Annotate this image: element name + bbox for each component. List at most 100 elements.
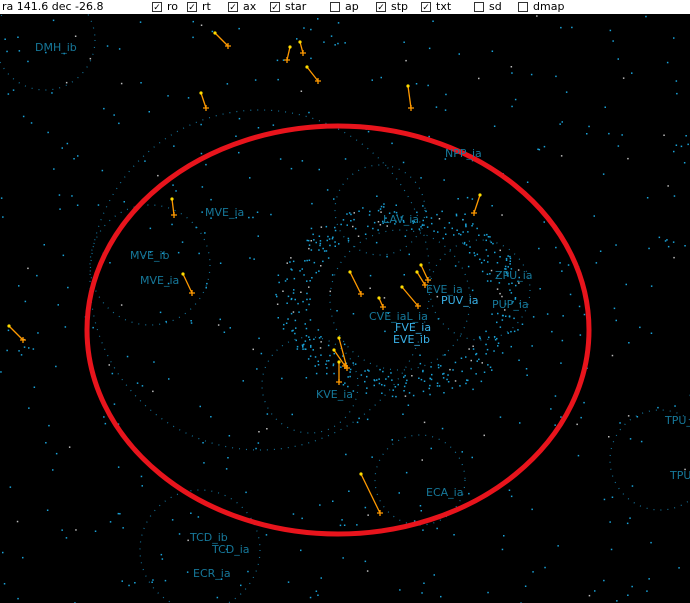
checkbox-box[interactable] — [474, 2, 484, 12]
star — [509, 263, 511, 265]
star — [320, 336, 322, 338]
star — [420, 510, 422, 512]
star — [317, 329, 320, 331]
checkbox-box[interactable]: ✓ — [187, 2, 197, 13]
star — [509, 255, 511, 258]
checkbox-box[interactable]: ✓ — [152, 2, 162, 13]
star — [374, 379, 376, 382]
star — [428, 387, 430, 390]
star — [313, 261, 316, 264]
checkbox-box[interactable]: ✓ — [421, 2, 431, 13]
checkbox-star[interactable]: ✓ star — [270, 0, 306, 14]
star — [12, 89, 15, 91]
star — [290, 312, 293, 315]
motion-vector — [7, 324, 26, 343]
checkbox-ro[interactable]: ✓ ro — [152, 0, 178, 14]
star — [402, 161, 405, 164]
star — [380, 205, 383, 208]
star — [352, 225, 354, 228]
star — [320, 265, 322, 267]
star — [499, 249, 501, 252]
star — [303, 343, 305, 346]
star — [383, 384, 386, 387]
star — [426, 226, 429, 228]
star — [423, 582, 425, 584]
star — [310, 346, 312, 348]
star — [235, 135, 237, 137]
star — [468, 492, 470, 495]
star — [397, 383, 399, 386]
checkbox-rt[interactable]: ✓ rt — [187, 0, 211, 14]
star — [433, 574, 435, 576]
motion-vector — [332, 348, 348, 369]
star — [395, 395, 397, 398]
star — [444, 354, 446, 356]
star — [476, 253, 479, 256]
star — [227, 457, 229, 459]
star — [349, 368, 352, 371]
star — [308, 303, 310, 306]
motion-vector — [471, 193, 482, 216]
star — [510, 495, 513, 498]
star — [276, 303, 279, 305]
star — [53, 168, 55, 170]
object-label: MVE_ia — [140, 274, 180, 287]
star — [333, 198, 335, 200]
checkbox-sd[interactable]: sd — [474, 0, 502, 14]
checkbox-box[interactable]: ✓ — [376, 2, 386, 13]
checkbox-box[interactable] — [330, 2, 340, 12]
star — [432, 20, 434, 22]
star — [319, 347, 322, 349]
star — [119, 513, 121, 515]
star — [593, 215, 595, 217]
star — [622, 77, 625, 79]
checkbox-ap[interactable]: ap — [330, 0, 359, 14]
star — [480, 262, 483, 264]
motion-vector — [181, 272, 195, 296]
star — [187, 97, 190, 99]
sky-map[interactable] — [0, 14, 690, 603]
star — [327, 257, 330, 259]
star — [385, 378, 387, 380]
star — [404, 374, 406, 377]
star — [297, 302, 299, 305]
star — [509, 289, 511, 291]
star — [543, 221, 545, 223]
star — [615, 244, 617, 246]
star — [507, 266, 509, 268]
checkbox-stp[interactable]: ✓ stp — [376, 0, 408, 14]
star — [505, 315, 507, 317]
star — [383, 203, 385, 205]
star — [266, 413, 269, 415]
checkbox-box[interactable]: ✓ — [228, 2, 238, 13]
star — [382, 370, 384, 373]
star — [309, 298, 311, 300]
star — [117, 466, 120, 468]
star — [398, 492, 400, 494]
checkbox-box[interactable] — [518, 2, 528, 12]
star — [210, 416, 212, 418]
star — [460, 357, 463, 359]
star — [658, 236, 661, 239]
checkbox-dmap[interactable]: dmap — [518, 0, 564, 14]
star — [403, 274, 405, 276]
star — [89, 57, 92, 60]
star — [157, 174, 159, 177]
star — [405, 382, 407, 384]
star — [257, 127, 260, 129]
star — [599, 250, 602, 252]
star — [510, 66, 513, 68]
checkbox-box[interactable]: ✓ — [270, 2, 280, 13]
checkbox-ax[interactable]: ✓ ax — [228, 0, 256, 14]
star — [442, 377, 445, 379]
star — [317, 364, 320, 366]
star — [17, 36, 19, 38]
star — [509, 260, 511, 262]
star — [306, 292, 308, 295]
star — [611, 496, 614, 498]
star — [353, 212, 355, 214]
star — [436, 382, 439, 384]
star — [192, 36, 194, 39]
star — [423, 224, 425, 226]
checkbox-txt[interactable]: ✓ txt — [421, 0, 451, 14]
